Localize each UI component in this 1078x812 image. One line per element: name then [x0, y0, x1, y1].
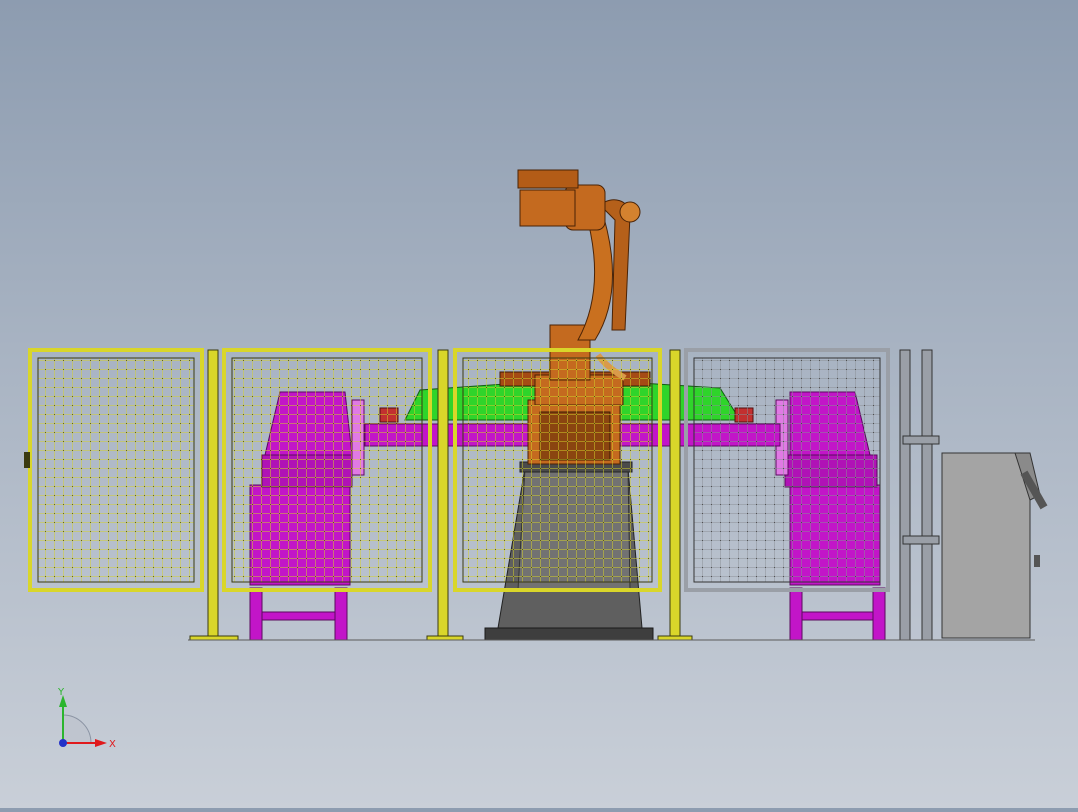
fence-panel-3 — [453, 348, 662, 592]
fence-posts-right — [899, 349, 940, 641]
x-axis-label: X — [109, 739, 116, 750]
z-axis-icon — [59, 739, 67, 747]
fence-door-left[interactable] — [24, 348, 204, 592]
door-handle-icon[interactable] — [24, 452, 30, 468]
fence-posts-left — [189, 349, 239, 641]
y-axis-label: Y — [57, 687, 65, 698]
triad-plane-icon — [62, 714, 92, 744]
cad-3d-viewport[interactable]: Y X — [0, 0, 1078, 808]
coordinate-triad: Y X — [45, 685, 125, 755]
fence-panel-4-gray — [684, 348, 890, 592]
robot-cell-model[interactable] — [0, 0, 1078, 808]
control-cabinet[interactable] — [941, 452, 1048, 639]
fence-panel-2 — [222, 348, 432, 592]
